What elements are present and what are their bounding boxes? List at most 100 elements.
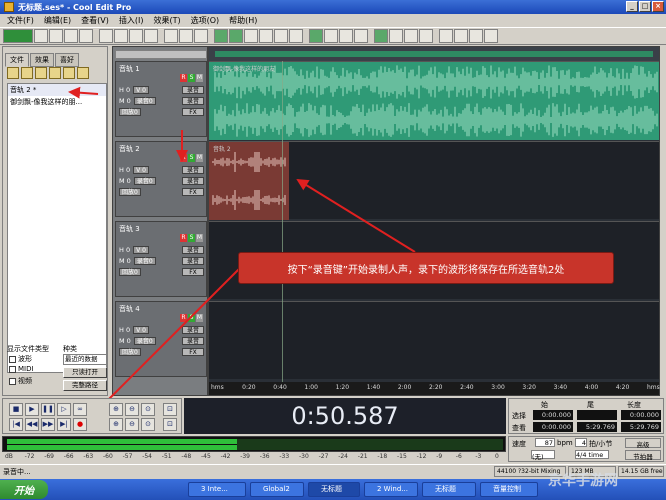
track-control-1[interactable]: 音轨 1RSMH 0V 0M 0 录音0 回放0 录音 录音 FX: [115, 61, 207, 137]
view-length-field[interactable]: 5:29.769: [621, 422, 661, 432]
track-area[interactable]: 御剑飘-像我这样的朋友 音轨 2 hms 0:20 0:40 1:00 1:20 1:40…: [208, 46, 660, 396]
cd-icon[interactable]: [484, 29, 498, 43]
stop-button[interactable]: ■: [9, 403, 23, 416]
menu-edit[interactable]: 编辑(E): [39, 15, 76, 26]
edit-file-icon[interactable]: [35, 67, 47, 79]
start-button[interactable]: 开始: [0, 480, 48, 499]
playhead-cursor[interactable]: [282, 61, 283, 383]
new-file-icon[interactable]: [34, 29, 48, 43]
volume-field[interactable]: V 0: [133, 326, 149, 334]
insert-file-icon[interactable]: [49, 67, 61, 79]
paste-icon[interactable]: [129, 29, 143, 43]
close-file-icon[interactable]: [21, 67, 33, 79]
repeat-icon[interactable]: [194, 29, 208, 43]
record-input-field[interactable]: 录音0: [133, 97, 156, 105]
type-midi[interactable]: MIDI: [9, 365, 34, 373]
forward-button[interactable]: ▶▶: [41, 418, 55, 431]
waveform-clip-2[interactable]: [209, 142, 659, 220]
menu-view[interactable]: 查看(V): [76, 15, 114, 26]
view-end-field[interactable]: 5:29.769: [577, 422, 617, 432]
zoom-in-vertical-icon[interactable]: ⊕: [109, 418, 123, 431]
input-button[interactable]: 录音: [182, 97, 204, 105]
file-list[interactable]: 音轨 2 * 御剑飘-像我这样的朋...: [7, 83, 107, 373]
sort-select[interactable]: 最近的数据: [63, 354, 107, 365]
taskbar-item[interactable]: 音量控制: [480, 482, 538, 497]
record-input-field[interactable]: 录音0: [133, 257, 156, 265]
open-file-icon[interactable]: [49, 29, 63, 43]
type-waveform[interactable]: 波形: [9, 354, 32, 364]
input-button[interactable]: 录音: [182, 177, 204, 185]
maximize-button[interactable]: □: [639, 1, 651, 12]
cut-icon[interactable]: [99, 29, 113, 43]
record-arm-button[interactable]: R: [180, 154, 187, 162]
close-button[interactable]: ×: [652, 1, 664, 12]
mute-button[interactable]: M: [196, 154, 203, 162]
loop-icon[interactable]: [389, 29, 403, 43]
undo-icon[interactable]: [164, 29, 178, 43]
zoom-selection-icon[interactable]: ⊡: [163, 403, 177, 416]
switch-view-button[interactable]: [3, 29, 33, 43]
solo-button[interactable]: S: [188, 154, 195, 162]
insert-video-icon[interactable]: [289, 29, 303, 43]
zoom-left-icon[interactable]: ⊙: [141, 418, 155, 431]
beats-field[interactable]: 4: [575, 438, 587, 447]
track-lane-1[interactable]: 御剑飘-像我这样的朋友: [209, 61, 659, 140]
time-select-icon[interactable]: [354, 29, 368, 43]
readonly-open-button[interactable]: 只读打开: [63, 367, 107, 378]
advanced-button[interactable]: 高级: [625, 438, 661, 449]
play-button[interactable]: ▶: [25, 403, 39, 416]
menu-help[interactable]: 帮助(H): [224, 15, 262, 26]
record-input-field[interactable]: 录音0: [133, 177, 156, 185]
time-ruler[interactable]: hms 0:20 0:40 1:00 1:20 1:40 2:00 2:20 2:40 3:00 3…: [209, 382, 660, 395]
group-icon[interactable]: [419, 29, 433, 43]
taskbar-item[interactable]: Global2: [250, 482, 304, 497]
waveform-tool-icon[interactable]: [214, 29, 228, 43]
loop-play-button[interactable]: ∞: [73, 403, 87, 416]
solo-button[interactable]: S: [188, 74, 195, 82]
track-control-4[interactable]: 音轨 4RSMH 0V 0M 0 录音0 回放0 录音 录音 FX: [115, 301, 207, 377]
record-arm-button[interactable]: R: [180, 74, 187, 82]
menu-insert[interactable]: 插入(I): [114, 15, 149, 26]
track-lane-2[interactable]: 音轨 2: [209, 141, 659, 220]
solo-button[interactable]: S: [188, 314, 195, 322]
hybrid-tool-icon[interactable]: [339, 29, 353, 43]
key-select[interactable]: (无): [531, 450, 555, 461]
taskbar-item[interactable]: 3 Inte...: [188, 482, 246, 497]
zoom-out-vertical-icon[interactable]: ⊖: [125, 418, 139, 431]
volume-field[interactable]: V 0: [133, 86, 149, 94]
playback-output-field[interactable]: 回放0: [119, 108, 141, 116]
zoom-scrollbar[interactable]: [209, 47, 659, 61]
taskbar-item[interactable]: 2 Wind...: [364, 482, 418, 497]
mute-button[interactable]: M: [196, 234, 203, 242]
track-header-scroll[interactable]: [115, 50, 207, 59]
volume-field[interactable]: V 0: [133, 246, 149, 254]
time-signature-select[interactable]: 4/4 time: [575, 450, 609, 459]
sel-length-field[interactable]: 0:00.000: [621, 410, 661, 420]
snap-icon[interactable]: [374, 29, 388, 43]
fx-button[interactable]: FX: [182, 348, 204, 356]
info-icon[interactable]: [77, 67, 89, 79]
multitrack-tool-icon[interactable]: [229, 29, 243, 43]
rewind-button[interactable]: ◀◀: [25, 418, 39, 431]
sel-begin-field[interactable]: 0:00.000: [533, 410, 573, 420]
envelope-icon[interactable]: [439, 29, 453, 43]
go-end-button[interactable]: ▶|: [57, 418, 71, 431]
save-icon[interactable]: [64, 29, 78, 43]
output-button[interactable]: 录音: [182, 326, 204, 334]
menu-file[interactable]: 文件(F): [2, 15, 39, 26]
record-input-field[interactable]: 录音0: [133, 337, 156, 345]
fx-button[interactable]: FX: [182, 188, 204, 196]
select-tool-icon[interactable]: [309, 29, 323, 43]
copy-icon[interactable]: [114, 29, 128, 43]
mute-button[interactable]: M: [196, 314, 203, 322]
track-control-2[interactable]: 音轨 2RSMH 0V 0M 0 录音0 回放0 录音 录音 FX: [115, 141, 207, 217]
tab-favorites[interactable]: 喜好: [55, 53, 79, 67]
play-to-end-button[interactable]: ▷: [57, 403, 71, 416]
tab-effects[interactable]: 效果: [30, 53, 54, 67]
zoom-out-horizontal-icon[interactable]: ⊖: [125, 403, 139, 416]
move-tool-icon[interactable]: [324, 29, 338, 43]
output-button[interactable]: 录音: [182, 246, 204, 254]
tempo-field[interactable]: 87: [535, 438, 555, 447]
track-control-3[interactable]: 音轨 3RSMH 0V 0M 0 录音0 回放0 录音 录音 FX: [115, 221, 207, 297]
record-arm-button[interactable]: R: [180, 234, 187, 242]
